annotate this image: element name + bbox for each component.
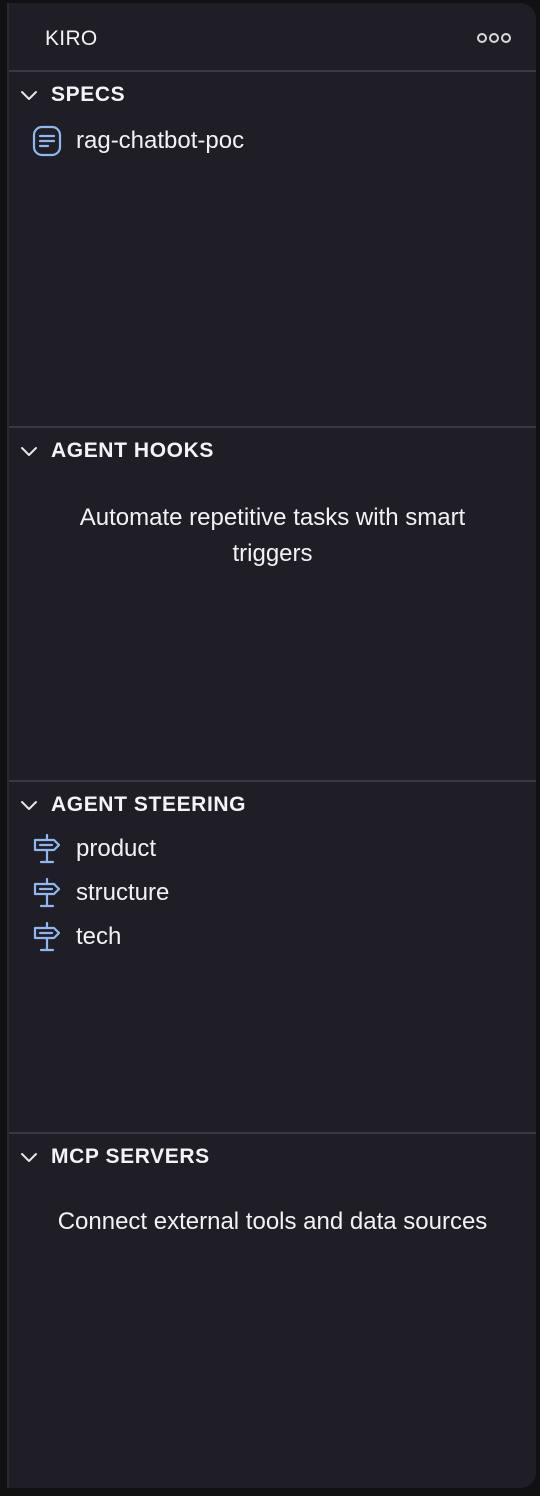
steering-item-label: tech bbox=[76, 923, 122, 950]
mcp-servers-section-title: MCP SERVERS bbox=[51, 1145, 210, 1168]
signpost-icon bbox=[33, 833, 61, 864]
specs-section-header[interactable]: SPECS bbox=[19, 80, 125, 110]
steering-item-label: product bbox=[76, 835, 157, 862]
agent-hooks-section-header[interactable]: AGENT HOOKS bbox=[19, 436, 214, 466]
chevron-down-icon bbox=[21, 1153, 37, 1162]
chevron-down-icon bbox=[21, 447, 37, 456]
steering-item-tech[interactable]: tech bbox=[31, 917, 121, 957]
agent-steering-section: AGENT STEERING product structure tech bbox=[9, 780, 536, 1134]
agent-hooks-section: AGENT HOOKS Automate repetitive tasks wi… bbox=[9, 426, 536, 780]
kiro-sidebar-panel: KIRO SPECS rag-chatbot-poc AGENT HOOKS A… bbox=[7, 3, 536, 1488]
mcp-servers-section: MCP SERVERS Connect external tools and d… bbox=[9, 1132, 536, 1488]
agent-hooks-empty-message: Automate repetitive tasks with smart tri… bbox=[79, 504, 466, 567]
ellipsis-icon[interactable] bbox=[476, 30, 512, 46]
agent-hooks-section-title: AGENT HOOKS bbox=[51, 439, 214, 462]
spec-item-rag-chatbot-poc[interactable]: rag-chatbot-poc bbox=[31, 121, 244, 161]
chevron-down-icon bbox=[21, 801, 37, 810]
chevron-down-icon bbox=[21, 91, 37, 100]
mcp-servers-empty-message: Connect external tools and data sources bbox=[57, 1208, 488, 1235]
mcp-servers-section-header[interactable]: MCP SERVERS bbox=[19, 1142, 210, 1172]
specs-section: SPECS rag-chatbot-poc bbox=[9, 72, 536, 426]
spec-item-label: rag-chatbot-poc bbox=[76, 127, 245, 154]
steering-item-structure[interactable]: structure bbox=[31, 873, 169, 913]
signpost-icon bbox=[33, 877, 61, 908]
steering-item-product[interactable]: product bbox=[31, 829, 156, 869]
signpost-icon bbox=[33, 921, 61, 952]
agent-steering-section-title: AGENT STEERING bbox=[51, 793, 247, 816]
specs-section-title: SPECS bbox=[51, 83, 126, 106]
agent-steering-section-header[interactable]: AGENT STEERING bbox=[19, 790, 246, 820]
panel-title: KIRO bbox=[45, 27, 98, 50]
spec-document-icon bbox=[32, 125, 62, 157]
steering-item-label: structure bbox=[76, 879, 170, 906]
panel-header: KIRO bbox=[9, 3, 536, 72]
